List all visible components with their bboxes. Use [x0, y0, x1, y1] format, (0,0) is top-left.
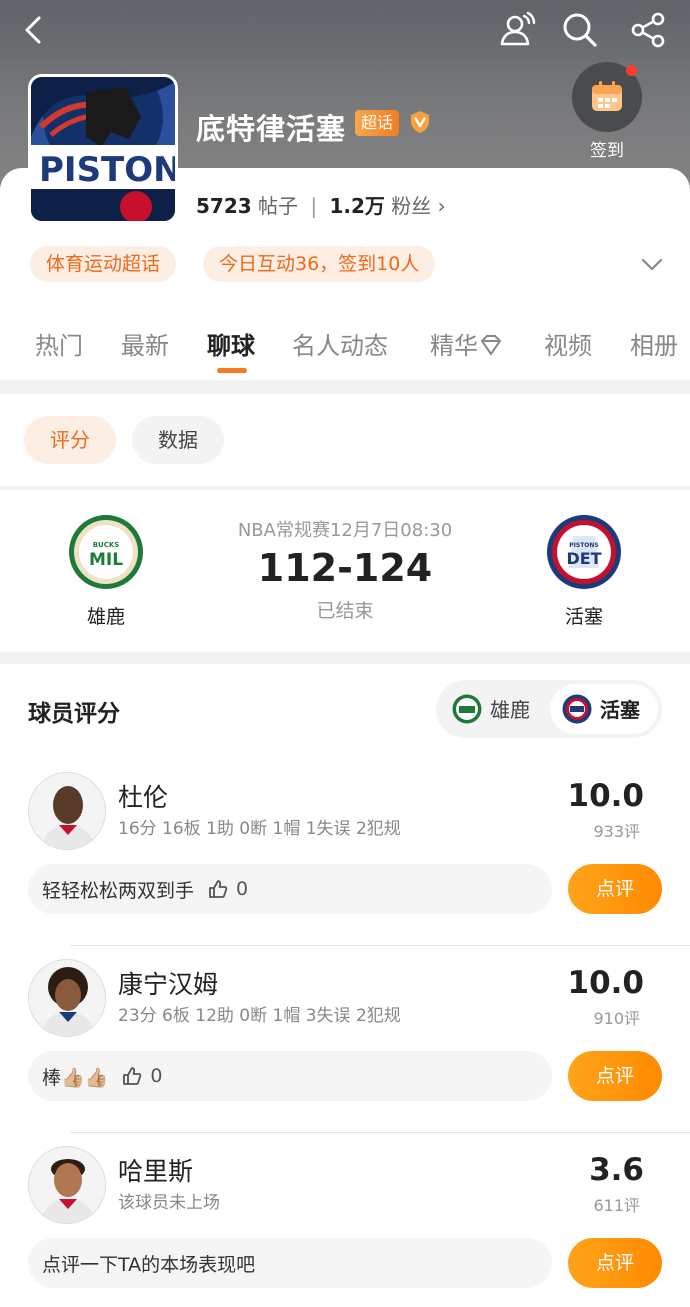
category-pill[interactable]: 体育运动超话 — [30, 246, 177, 282]
top-bar — [0, 0, 690, 60]
tab-chat[interactable]: 聊球 — [207, 326, 255, 361]
gem-icon — [480, 335, 502, 356]
segment-rating[interactable]: 评分 — [24, 416, 116, 464]
player-row[interactable]: 哈里斯 该球员未上场 3.6 611评 点评一下TA的本场表现吧 点评 — [0, 1132, 690, 1307]
rating-count: 933评 — [593, 822, 640, 841]
player-avatar — [28, 772, 106, 850]
team-switch-pistons[interactable]: 活塞 — [600, 694, 640, 723]
player-row[interactable]: 杜伦 16分 16板 1助 0断 1帽 1失误 2犯规 10.0 933评 轻轻… — [0, 758, 690, 946]
notification-dot — [626, 65, 637, 76]
chevron-right-icon: › — [437, 194, 446, 218]
thumbs-up-icon — [123, 1067, 142, 1085]
player-avatar — [28, 1146, 106, 1224]
review-button[interactable]: 点评 — [568, 864, 662, 914]
player-stats: 该球员未上场 — [118, 1193, 220, 1213]
comment-text: 点评一下TA的本场表现吧 — [42, 1253, 256, 1276]
comment-prompt[interactable]: 点评一下TA的本场表现吧 — [28, 1238, 552, 1288]
super-topic-badge: 超话 — [355, 110, 400, 136]
stats-divider: | — [310, 194, 318, 218]
team-switch[interactable]: 雄鹿 活塞 — [436, 680, 662, 738]
away-team-name: 活塞 — [564, 606, 603, 628]
bucks-badge-text: MIL — [89, 550, 123, 570]
search-icon[interactable] — [556, 6, 604, 54]
tab-latest[interactable]: 最新 — [121, 326, 169, 361]
ratings-title: 球员评分 — [28, 701, 120, 727]
match-info: NBA常规赛12月7日08:30 — [237, 520, 453, 541]
like-button[interactable]: 0 — [208, 878, 248, 900]
posts-label: 帖子 — [258, 194, 299, 218]
bucks-small-logo — [452, 694, 482, 724]
player-avatar — [28, 959, 106, 1037]
tab-featured[interactable]: 精华 — [430, 326, 504, 361]
comment-text: 棒👍🏼👍🏼 — [42, 1066, 109, 1089]
logo-wordmark: PISTONS — [39, 150, 175, 190]
top-comment[interactable]: 棒👍🏼👍🏼 0 — [28, 1051, 552, 1101]
top-comment[interactable]: 轻轻松松两双到手 0 — [28, 864, 552, 914]
checkin-label: 签到 — [590, 141, 624, 161]
review-button[interactable]: 点评 — [568, 1238, 662, 1288]
calendar-icon — [592, 81, 622, 111]
player-score: 3.6 — [589, 1152, 644, 1188]
tab-hot[interactable]: 热门 — [35, 326, 83, 361]
like-button[interactable]: 0 — [122, 1065, 162, 1087]
share-icon[interactable] — [624, 6, 672, 54]
player-stats: 16分 16板 1助 0断 1帽 1失误 2犯规 — [118, 819, 401, 839]
player-name: 杜伦 — [118, 783, 169, 812]
verified-icon — [408, 110, 432, 134]
segment-area: 评分 数据 — [0, 394, 690, 486]
bucks-badge-top: BUCKS — [93, 541, 120, 549]
tab-celebrity[interactable]: 名人动态 — [292, 326, 388, 361]
team-switch-bucks[interactable]: 雄鹿 — [490, 694, 530, 723]
thumbs-up-icon — [209, 880, 228, 898]
tab-video[interactable]: 视频 — [544, 326, 592, 361]
chevron-down-icon[interactable] — [640, 252, 664, 280]
team-logo: PISTONS — [28, 74, 178, 224]
pistons-badge-top: PISTONS — [569, 542, 599, 549]
player-score: 10.0 — [567, 778, 645, 814]
player-score: 10.0 — [567, 965, 645, 1001]
segment-data[interactable]: 数据 — [132, 416, 224, 464]
rating-count: 910评 — [593, 1009, 640, 1028]
bucks-logo: BUCKS MIL — [68, 514, 144, 590]
back-icon[interactable] — [10, 6, 58, 54]
match-score: 112-124 — [257, 546, 433, 590]
like-count: 0 — [236, 878, 249, 900]
player-name: 康宁汉姆 — [118, 970, 219, 999]
home-team-name: 雄鹿 — [86, 606, 125, 628]
pistons-badge-text: DET — [566, 549, 601, 568]
comment-text: 轻轻松松两双到手 — [42, 879, 195, 902]
topic-stats[interactable]: 5723 帖子 | 1.2万 粉丝 › — [196, 190, 446, 219]
group-chat-icon[interactable] — [494, 6, 542, 54]
tab-album[interactable]: 相册 — [630, 326, 678, 361]
activity-pill[interactable]: 今日互动36，签到10人 — [203, 246, 436, 282]
topic-title: 底特律活塞 — [196, 112, 347, 146]
posts-count: 5723 — [196, 194, 252, 218]
player-stats: 23分 6板 12助 0断 1帽 3失误 2犯规 — [118, 1006, 401, 1026]
player-ratings-section: 球员评分 雄鹿 活塞 杜伦 16分 16板 1助 0断 1帽 1失误 2犯规 1… — [0, 664, 690, 1307]
fans-count: 1.2万 — [329, 194, 385, 218]
tab-featured-label: 精华 — [430, 332, 478, 360]
match-card[interactable]: BUCKS MIL 雄鹿 NBA常规赛12月7日08:30 112-124 已结… — [0, 490, 690, 652]
tab-bar: 热门 最新 聊球 名人动态 精华 视频 相册 — [0, 326, 690, 370]
review-button[interactable]: 点评 — [568, 1051, 662, 1101]
match-status: 已结束 — [316, 600, 374, 622]
pistons-logo: PISTONS DET — [546, 514, 622, 590]
player-name: 哈里斯 — [118, 1157, 194, 1186]
fans-label: 粉丝 — [391, 194, 432, 218]
like-count: 0 — [150, 1065, 163, 1087]
player-row[interactable]: 康宁汉姆 23分 6板 12助 0断 1帽 3失误 2犯规 10.0 910评 … — [0, 945, 690, 1133]
pistons-small-logo — [562, 694, 592, 724]
active-tab-indicator — [217, 368, 247, 373]
rating-count: 611评 — [593, 1196, 640, 1215]
